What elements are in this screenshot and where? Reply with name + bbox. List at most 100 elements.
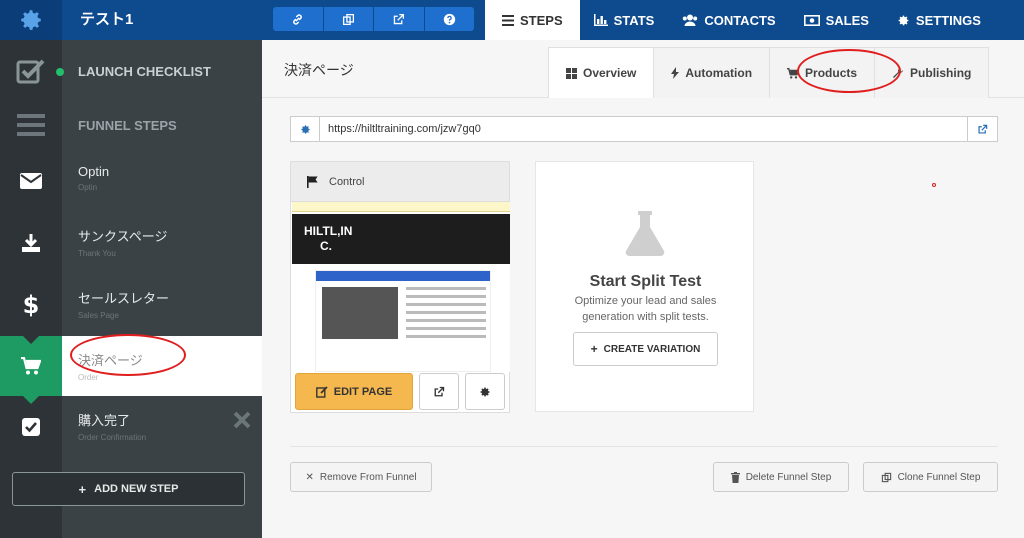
variant-header: Control bbox=[291, 162, 509, 202]
step-type: Thank You bbox=[78, 249, 116, 258]
step-icon-order[interactable] bbox=[0, 336, 62, 404]
open-external-button[interactable] bbox=[374, 7, 425, 31]
status-dot bbox=[56, 68, 64, 76]
tab-overview[interactable]: Overview bbox=[548, 47, 655, 98]
step-icon-sales[interactable]: $ bbox=[0, 274, 62, 344]
launch-checklist-icon-cell[interactable] bbox=[0, 40, 62, 102]
settings-gear-logo[interactable] bbox=[0, 0, 62, 40]
step-icon-optin[interactable] bbox=[0, 150, 62, 220]
step-connector bbox=[23, 212, 39, 220]
edit-page-label: EDIT PAGE bbox=[333, 385, 393, 398]
funnel-steps-panel: LAUNCH CHECKLIST FUNNEL STEPS Optin Opti… bbox=[56, 40, 262, 538]
step-connector bbox=[23, 336, 39, 344]
create-variation-button[interactable]: + CREATE VARIATION bbox=[573, 332, 718, 366]
launch-checklist-label: LAUNCH CHECKLIST bbox=[78, 63, 211, 79]
link-icon bbox=[293, 13, 303, 25]
funnel-steps-heading: FUNNEL STEPS bbox=[78, 117, 177, 133]
step-name: サンクスページ bbox=[78, 229, 168, 244]
funnel-tools bbox=[273, 7, 474, 31]
users-icon bbox=[683, 14, 698, 26]
remove-from-funnel-button[interactable]: ✕ Remove From Funnel bbox=[290, 462, 432, 492]
add-new-step-button[interactable]: + ADD NEW STEP bbox=[12, 472, 245, 506]
top-bar: テスト1 STEPS STATS CONTACTS SALES SETTINGS bbox=[0, 0, 1024, 40]
tab-overview-label: Overview bbox=[583, 66, 637, 80]
nav-steps-label: STEPS bbox=[520, 12, 563, 28]
clone-funnel-step-button[interactable]: Clone Funnel Step bbox=[863, 462, 998, 492]
preview-text-lines bbox=[406, 287, 486, 343]
edit-page-button[interactable]: EDIT PAGE bbox=[295, 373, 413, 410]
step-type: Order Confirmation bbox=[78, 433, 147, 442]
nav-steps[interactable]: STEPS bbox=[485, 0, 580, 40]
money-icon bbox=[803, 14, 820, 26]
nav-settings-label: SETTINGS bbox=[915, 12, 981, 28]
flask-icon bbox=[625, 211, 665, 256]
launch-checklist-link[interactable]: LAUNCH CHECKLIST bbox=[56, 40, 262, 102]
envelope-icon bbox=[20, 173, 42, 189]
step-connector bbox=[23, 274, 39, 282]
step-optin[interactable]: Optin Optin bbox=[62, 150, 262, 212]
annotation-circle-order-step bbox=[70, 334, 186, 376]
page-header: 決済ページ Overview Automation Products Publi… bbox=[262, 40, 1024, 98]
step-type: Optin bbox=[78, 183, 98, 192]
nav-stats-label: STATS bbox=[613, 12, 655, 28]
split-test-description: Optimize your lead and sales generation … bbox=[574, 295, 717, 323]
page-url-field[interactable] bbox=[320, 116, 968, 142]
checkbox-icon bbox=[22, 418, 40, 436]
checklist-icon bbox=[16, 59, 45, 84]
link-button[interactable] bbox=[273, 7, 324, 31]
step-sales[interactable]: セールスレター Sales Page bbox=[62, 274, 262, 336]
create-variation-label: CREATE VARIATION bbox=[603, 343, 701, 355]
plus-icon: + bbox=[78, 481, 87, 497]
nav-contacts[interactable]: CONTACTS bbox=[668, 0, 789, 40]
cart-icon bbox=[21, 357, 41, 375]
step-icon-thankyou[interactable] bbox=[0, 212, 62, 282]
nav-sales[interactable]: SALES bbox=[790, 0, 883, 40]
step-name: Optin bbox=[78, 164, 110, 179]
nav-contacts-label: CONTACTS bbox=[704, 12, 776, 28]
clone-funnel-step-label: Clone Funnel Step bbox=[897, 471, 981, 483]
clone-icon bbox=[881, 472, 891, 482]
page-preview-thumbnail[interactable]: HILTL,IN C. bbox=[292, 202, 510, 372]
step-icon-confirmation[interactable] bbox=[0, 396, 62, 466]
split-test-title: Start Split Test bbox=[589, 273, 702, 290]
grid-icon bbox=[566, 67, 577, 79]
question-icon bbox=[443, 13, 455, 25]
variant-actions: EDIT PAGE bbox=[295, 373, 507, 411]
nav-stats[interactable]: STATS bbox=[580, 0, 669, 40]
step-connector bbox=[23, 396, 39, 404]
tab-automation[interactable]: Automation bbox=[653, 47, 771, 98]
variant-settings-button[interactable] bbox=[465, 373, 505, 410]
clone-funnel-button[interactable] bbox=[324, 7, 374, 31]
delete-funnel-step-label: Delete Funnel Step bbox=[745, 471, 832, 483]
gear-icon bbox=[480, 387, 490, 397]
help-button[interactable] bbox=[425, 7, 475, 31]
delete-step-icon[interactable] bbox=[232, 410, 252, 430]
annotation-dot bbox=[932, 183, 936, 187]
gear-icon bbox=[898, 15, 909, 25]
step-connector bbox=[23, 458, 39, 466]
delete-funnel-step-button[interactable]: Delete Funnel Step bbox=[713, 462, 849, 492]
variant-label: Control bbox=[329, 175, 365, 188]
step-thankyou[interactable]: サンクスページ Thank You bbox=[62, 212, 262, 274]
external-link-icon bbox=[434, 386, 445, 396]
preview-order-form bbox=[315, 270, 491, 372]
preview-product-image bbox=[322, 287, 398, 339]
control-variant-card: Control HILTL,IN C. EDIT PAGE bbox=[290, 161, 510, 413]
tab-automation-label: Automation bbox=[685, 66, 753, 80]
preview-brand-suffix: C. bbox=[320, 239, 332, 253]
split-test-panel: Start Split Test Optimize your lead and … bbox=[535, 161, 754, 412]
list-icon bbox=[502, 14, 514, 26]
nav-settings[interactable]: SETTINGS bbox=[883, 0, 995, 40]
add-new-step-label: ADD NEW STEP bbox=[94, 483, 179, 495]
open-page-button[interactable] bbox=[968, 116, 998, 142]
main-nav: STEPS STATS CONTACTS SALES SETTINGS bbox=[485, 0, 995, 40]
step-type: Sales Page bbox=[78, 311, 119, 320]
preview-brand: HILTL,IN bbox=[304, 224, 353, 238]
bar-chart-icon bbox=[593, 14, 608, 26]
preview-page-button[interactable] bbox=[419, 373, 459, 410]
page-url-bar bbox=[290, 116, 998, 142]
nav-sales-label: SALES bbox=[825, 12, 869, 28]
step-confirmation[interactable]: 購入完了 Order Confirmation bbox=[62, 396, 262, 458]
menu-icon bbox=[17, 114, 45, 136]
url-settings-button[interactable] bbox=[290, 116, 320, 142]
